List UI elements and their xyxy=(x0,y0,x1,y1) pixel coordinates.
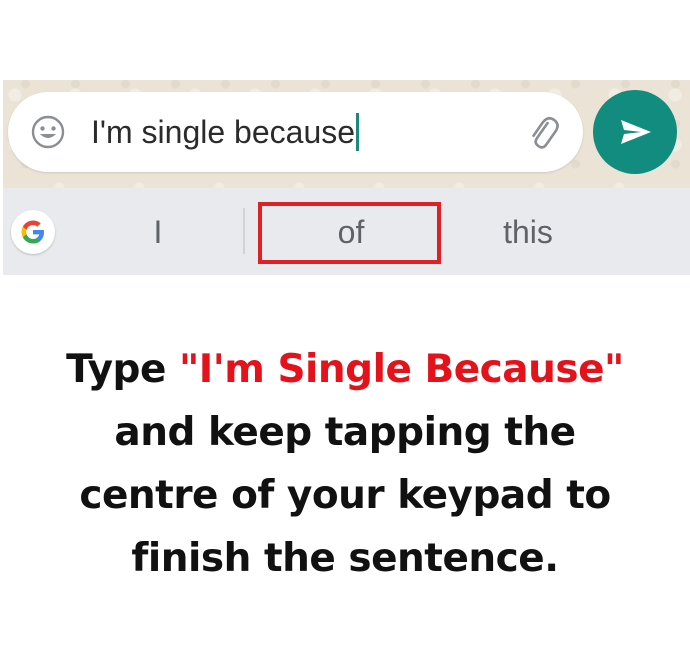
suggestion-word-1[interactable]: I xyxy=(123,210,193,254)
message-input-text[interactable]: I'm single because xyxy=(91,112,360,152)
caption-line-4: finish the sentence. xyxy=(131,536,559,581)
highlight-box xyxy=(258,202,441,264)
google-g-icon[interactable] xyxy=(11,210,55,254)
caption-highlight: "I'm Single Because" xyxy=(178,347,624,392)
send-icon xyxy=(621,120,651,144)
keyboard-suggestion-bar: I of this xyxy=(3,188,690,275)
message-input[interactable]: I'm single because xyxy=(8,92,583,172)
meme-image: I'm single because I of this Type "I'm S… xyxy=(0,0,690,669)
caption-prefix: Type xyxy=(66,347,179,392)
emoji-icon[interactable] xyxy=(30,114,66,150)
caption-line-1: Type "I'm Single Because" xyxy=(0,338,690,401)
caption-text: Type "I'm Single Because" and keep tappi… xyxy=(0,338,690,590)
suggestion-word-3[interactable]: this xyxy=(473,210,583,254)
message-text-value: I'm single because xyxy=(91,114,356,150)
suggestion-divider xyxy=(243,208,245,254)
send-button[interactable] xyxy=(593,90,677,174)
caption-line-2: and keep tapping the xyxy=(114,410,576,455)
paperclip-icon[interactable] xyxy=(523,112,563,152)
caption-line-3: centre of your keypad to xyxy=(79,473,611,518)
text-caret xyxy=(356,113,360,151)
chat-input-bar: I'm single because xyxy=(3,80,690,188)
